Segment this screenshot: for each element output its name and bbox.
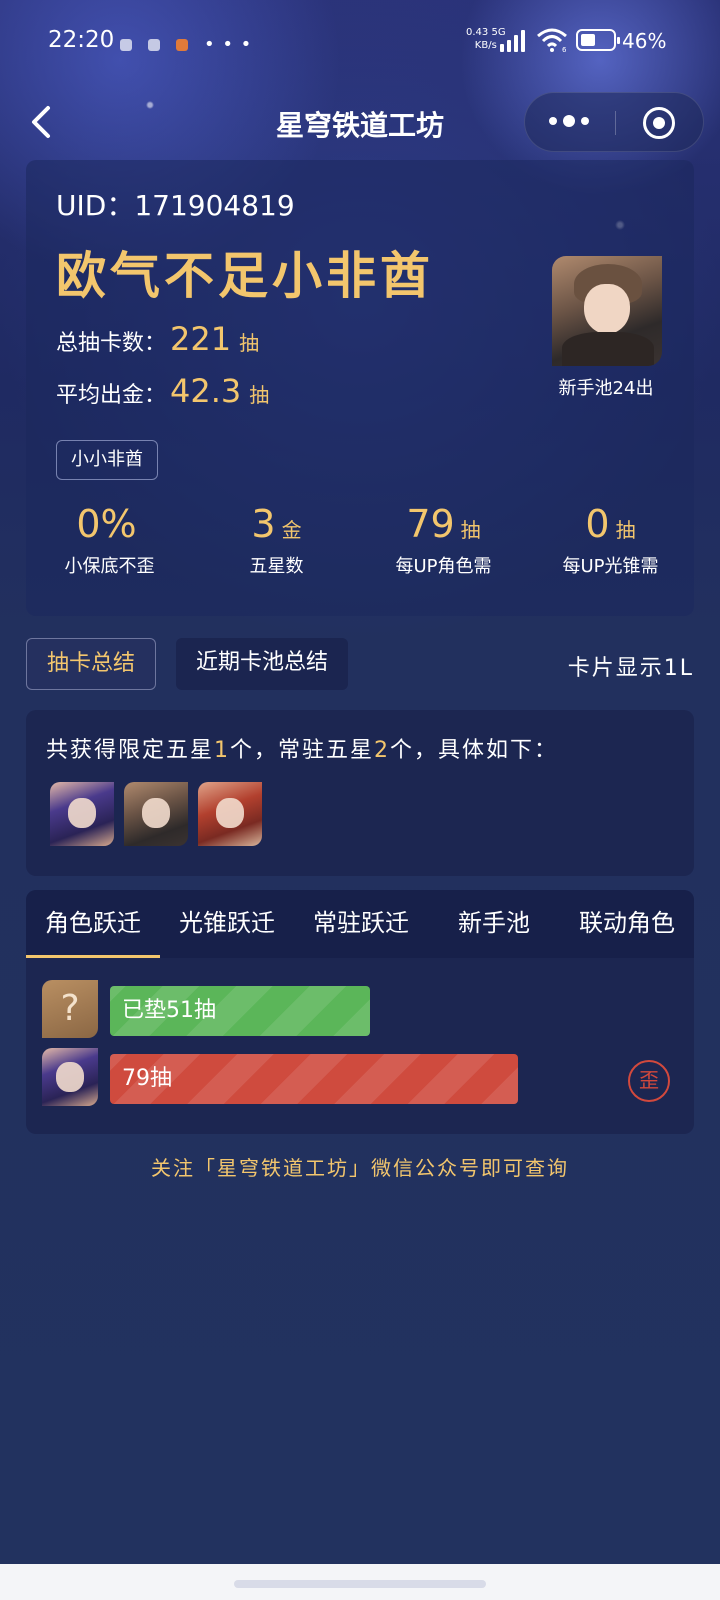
total-pulls-unit: 抽 (239, 331, 260, 355)
summary-suffix: 个，具体如下： (390, 738, 559, 763)
metric-unit: 抽 (460, 518, 481, 542)
metric-item: 79 抽 每UP角色需 (360, 502, 527, 592)
mini-program-capsule (524, 92, 704, 152)
pity-progress-bar: 已垫51抽 (110, 986, 370, 1036)
tab-beginner-warp[interactable]: 新手池 (428, 890, 560, 958)
wifi-icon: 6 (537, 28, 567, 52)
avg-pulls-label: 平均出金： (56, 383, 167, 408)
home-indicator[interactable] (234, 1580, 486, 1588)
battery-percent: 46% (622, 29, 667, 53)
more-menu-icon[interactable] (549, 115, 589, 127)
battery-icon (576, 29, 620, 51)
more-notifications-icon: • • • (204, 34, 253, 55)
pity-row-current: ? 已垫51抽 (42, 980, 682, 1038)
tab-character-warp[interactable]: 角色跃迁 (26, 890, 160, 958)
unknown-character-icon: ? (42, 980, 98, 1038)
card-display-toggle[interactable]: 卡片显示1L (568, 650, 694, 682)
lost-5050-stamp: 歪 (628, 1060, 670, 1102)
tab-collab-character[interactable]: 联动角色 (560, 890, 694, 958)
rank-tag-badge: 小小非酋 (56, 440, 158, 480)
metric-value: 0 (585, 502, 610, 546)
metric-item: 0抽 每UP光锥需 (527, 502, 694, 592)
notification-icons: • • • (120, 34, 252, 55)
profile-card: UID：171904819 欧气不足小非酋 总抽卡数： 221 抽 平均出金： … (26, 160, 694, 616)
rank-title: 欧气不足小非酋 (56, 246, 434, 305)
total-pulls-line: 总抽卡数： 221 抽 (56, 320, 259, 358)
footer-note: 关注「星穹铁道工坊」微信公众号即可查询 (151, 1156, 569, 1180)
character-thumb-himeko[interactable] (198, 782, 262, 846)
pool-panel: 角色跃迁 光锥跃迁 常驻跃迁 新手池 联动角色 ? 已垫51抽 79抽 歪 (26, 890, 694, 1134)
metric-label: 小保底不歪 (64, 556, 155, 577)
character-thumb-seele[interactable] (50, 782, 114, 846)
tab-lightcone-warp[interactable]: 光锥跃迁 (160, 890, 294, 958)
metric-value: 0% (76, 502, 137, 546)
character-thumb-seele (42, 1048, 98, 1106)
standard-count: 2 (374, 738, 391, 763)
metric-label: 每UP光锥需 (562, 556, 659, 577)
tab-standard-warp[interactable]: 常驻跃迁 (294, 890, 428, 958)
status-bar: 22:20 • • • 0.43 5G KB/s 6 46% (0, 0, 720, 82)
metric-item: 0% 小保底不歪 (26, 502, 193, 592)
pity-row-history: 79抽 歪 (42, 1048, 682, 1106)
summary-prefix: 共获得限定五星 (46, 738, 215, 763)
five-star-character-list (50, 782, 262, 846)
total-pulls-value: 221 (170, 320, 232, 358)
five-star-summary-card: 共获得限定五星1个，常驻五星2个，具体如下： (26, 710, 694, 876)
avg-pulls-unit: 抽 (249, 383, 270, 407)
status-time: 22:20 (48, 27, 115, 53)
cell-signal-icon (500, 28, 525, 52)
net-speed-value: 0.43 (466, 27, 489, 38)
metric-label: 五星数 (249, 556, 304, 577)
metric-unit: 抽 (615, 518, 636, 542)
notification-app-icon (148, 38, 160, 51)
metric-item: 3金 五星数 (193, 502, 360, 592)
limited-count: 1 (214, 738, 231, 763)
metric-value: 79 (406, 502, 455, 546)
total-pulls-label: 总抽卡数： (56, 331, 167, 356)
metric-label: 每UP角色需 (395, 556, 492, 577)
metric-value: 3 (251, 502, 276, 546)
summary-tab-row: 抽卡总结 近期卡池总结 卡片显示1L (26, 638, 694, 690)
metrics-row: 0% 小保底不歪 3金 五星数 79 抽 每UP角色需 0抽 每UP光锥需 (26, 502, 694, 592)
tab-recent-pools[interactable]: 近期卡池总结 (176, 638, 349, 690)
nav-header: 星穹铁道工坊 (0, 90, 720, 154)
metric-unit: 金 (281, 518, 302, 542)
character-thumb-welt[interactable] (124, 782, 188, 846)
uid-label: UID：171904819 (56, 189, 295, 222)
character-avatar (552, 256, 662, 366)
notification-app-icon (176, 38, 188, 51)
close-mini-program-icon[interactable] (643, 107, 675, 139)
pity-result-bar: 79抽 (110, 1054, 518, 1104)
pool-tab-bar: 角色跃迁 光锥跃迁 常驻跃迁 新手池 联动角色 (26, 890, 694, 958)
avatar-caption: 新手池24出 (558, 378, 654, 399)
capsule-divider (615, 111, 616, 135)
avg-pulls-line: 平均出金： 42.3 抽 (56, 372, 269, 410)
summary-mid: 个，常驻五星 (230, 738, 375, 763)
tab-pull-summary[interactable]: 抽卡总结 (26, 638, 157, 690)
wifi-level: 6 (562, 46, 567, 52)
five-star-summary-text: 共获得限定五星1个，常驻五星2个，具体如下： (46, 732, 558, 764)
avg-pulls-value: 42.3 (170, 372, 242, 410)
notification-app-icon (120, 38, 132, 51)
